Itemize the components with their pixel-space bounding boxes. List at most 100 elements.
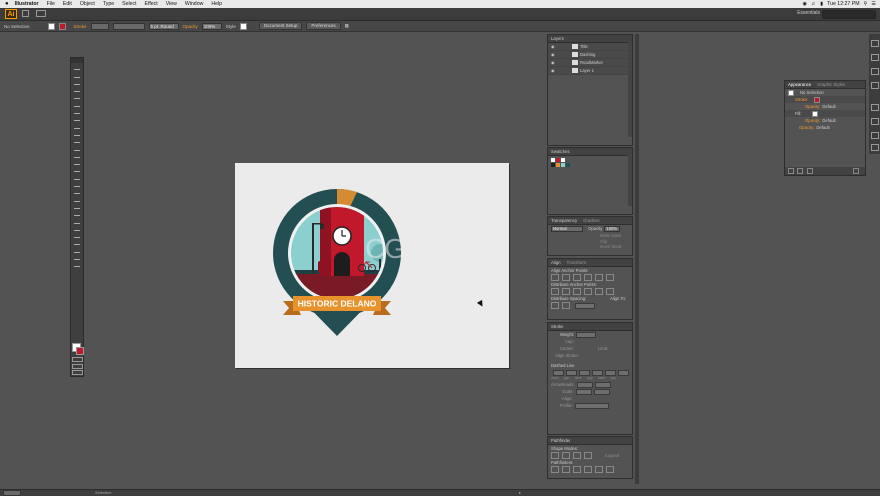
brush-definition[interactable]: 5 pt. Round [148, 22, 179, 30]
free-transform-tool-icon[interactable] [74, 176, 80, 180]
dashed-line-checkbox[interactable]: Dashed Line [551, 363, 575, 368]
make-mask-button[interactable]: Make Mask [548, 232, 632, 239]
object-opacity-label[interactable]: Opacity: [799, 125, 814, 130]
perspective-grid-tool-icon[interactable] [74, 190, 80, 195]
stroke-attribute-label[interactable]: Stroke: [795, 97, 808, 102]
menu-edit[interactable]: Edit [63, 1, 72, 7]
stroke-weight-field[interactable] [90, 22, 109, 30]
volume-icon[interactable]: ♬ [811, 1, 816, 7]
tab-transform[interactable]: Transform [567, 260, 586, 265]
status-scroll-arrow[interactable]: ▸ [519, 490, 521, 495]
expand-button[interactable]: Expand [605, 453, 619, 458]
rectangle-tool-icon[interactable] [74, 117, 80, 122]
pen-tool-icon[interactable] [74, 95, 80, 100]
swatches-scrollbar[interactable] [628, 155, 632, 206]
scale-end-input[interactable] [593, 388, 610, 395]
links-icon[interactable] [871, 132, 879, 139]
apple-icon[interactable]: ● [5, 1, 9, 7]
brushes-icon[interactable] [871, 68, 879, 75]
graphic-style-swatch[interactable] [239, 22, 247, 30]
badge-illustration[interactable]: HISTORIC DELANO [235, 163, 509, 368]
blob-brush-tool-icon[interactable] [74, 139, 80, 144]
blend-tool-icon[interactable] [74, 220, 80, 224]
trim-icon[interactable] [562, 466, 570, 474]
menu-select[interactable]: Select [122, 1, 136, 7]
eye-icon[interactable]: ◉ [551, 67, 555, 74]
new-stroke-icon[interactable] [788, 168, 794, 174]
invert-mask-checkbox[interactable]: Invert Mask [548, 244, 632, 249]
document-setup-button[interactable]: Document Setup [258, 22, 303, 30]
swatch-teal[interactable] [561, 163, 565, 167]
mesh-tool-icon[interactable] [74, 198, 80, 202]
swatch-none[interactable] [551, 158, 555, 162]
swatch-white[interactable] [561, 158, 565, 162]
menu-effect[interactable]: Effect [145, 1, 158, 7]
new-fill-icon[interactable] [797, 168, 803, 174]
artboard[interactable]: HISTORIC DELANO [235, 163, 509, 368]
appearance-stroke-row[interactable]: Stroke: [785, 96, 865, 103]
menu-window[interactable]: Window [185, 1, 203, 7]
add-effect-icon[interactable] [807, 168, 813, 174]
swatch-black[interactable] [551, 163, 555, 167]
scale-start-input[interactable] [575, 388, 592, 395]
dashed-line-row[interactable]: Dashed Line [548, 362, 632, 369]
zoom-tool-icon[interactable] [74, 263, 80, 268]
menu-app-name[interactable]: Illustrator [15, 1, 39, 7]
tab-gradient[interactable]: Gradient [583, 218, 599, 223]
profile-select[interactable] [575, 402, 610, 409]
panel-dock-divider[interactable] [635, 34, 639, 484]
color-panel-icon[interactable] [871, 40, 879, 47]
scale-tool-icon[interactable] [74, 161, 80, 166]
layer-row[interactable]: ◉ Layer 1 [548, 67, 632, 75]
tab-align[interactable]: Align [551, 260, 561, 265]
direct-selection-tool-icon[interactable] [74, 74, 80, 78]
menu-view[interactable]: View [166, 1, 177, 7]
swatch-orange[interactable] [556, 163, 560, 167]
screen-mode-icon[interactable] [72, 370, 83, 375]
stroke-panel-tab[interactable]: Stroke [548, 323, 632, 331]
fill-attribute-swatch[interactable] [811, 110, 818, 117]
layer-name[interactable]: Layer 1 [580, 67, 594, 74]
merge-icon[interactable] [573, 466, 581, 474]
eye-icon[interactable]: ◉ [551, 51, 555, 58]
lasso-tool-icon[interactable] [74, 88, 80, 93]
appearance-stroke-opacity-row[interactable]: Opacity: Default [785, 103, 865, 110]
stroke-attribute-swatch[interactable] [814, 96, 821, 103]
stroke-opacity-label[interactable]: Opacity: [805, 104, 820, 109]
layer-row[interactable]: ◉ Dashing [548, 51, 632, 59]
rotate-tool-icon[interactable] [74, 154, 80, 158]
notification-icon[interactable]: ☰ [871, 1, 876, 7]
toolbox-stroke-swatch[interactable] [76, 347, 84, 355]
layer-name[interactable]: Title [580, 43, 588, 50]
arrange-documents-icon[interactable] [36, 10, 46, 17]
preferences-button[interactable]: Preferences [306, 22, 341, 30]
eyedropper-tool-icon[interactable] [74, 212, 80, 217]
hand-tool-icon[interactable] [74, 256, 80, 261]
battery-icon[interactable]: ▮ [820, 1, 823, 7]
eye-icon[interactable]: ◉ [551, 43, 555, 50]
wifi-icon[interactable]: ◉ [803, 1, 808, 7]
outline-icon[interactable] [595, 466, 603, 474]
line-tool-icon[interactable] [74, 110, 80, 115]
width-tool-icon[interactable] [74, 168, 80, 173]
stroke-label[interactable]: Stroke [74, 24, 87, 29]
swatches-panel-tab[interactable]: Swatches [548, 148, 632, 156]
fill-swatch[interactable] [47, 22, 55, 30]
menu-type[interactable]: Type [103, 1, 114, 7]
shape-builder-tool-icon[interactable] [74, 183, 80, 188]
navigator-icon[interactable] [871, 144, 879, 151]
appearance-opacity-row[interactable]: Opacity: Default [785, 124, 865, 131]
crop-icon[interactable] [584, 466, 592, 474]
selection-tool-icon[interactable] [74, 66, 80, 71]
layer-row[interactable]: ◉ RoadMarker [548, 59, 632, 67]
spotlight-icon[interactable]: ⚲ [864, 1, 868, 7]
gap-input-1[interactable] [566, 369, 577, 376]
layer-name[interactable]: RoadMarker [580, 59, 603, 66]
help-search-input[interactable] [822, 10, 876, 19]
tab-graphic-styles[interactable]: Graphic Styles [817, 82, 845, 87]
layer-row[interactable]: ◉ Title [548, 43, 632, 51]
magic-wand-tool-icon[interactable] [74, 81, 80, 85]
slice-tool-icon[interactable] [74, 249, 80, 253]
appearance-fill-opacity-row[interactable]: Opacity: Default [785, 117, 865, 124]
layers-panel-tab[interactable]: Layers [548, 35, 632, 43]
